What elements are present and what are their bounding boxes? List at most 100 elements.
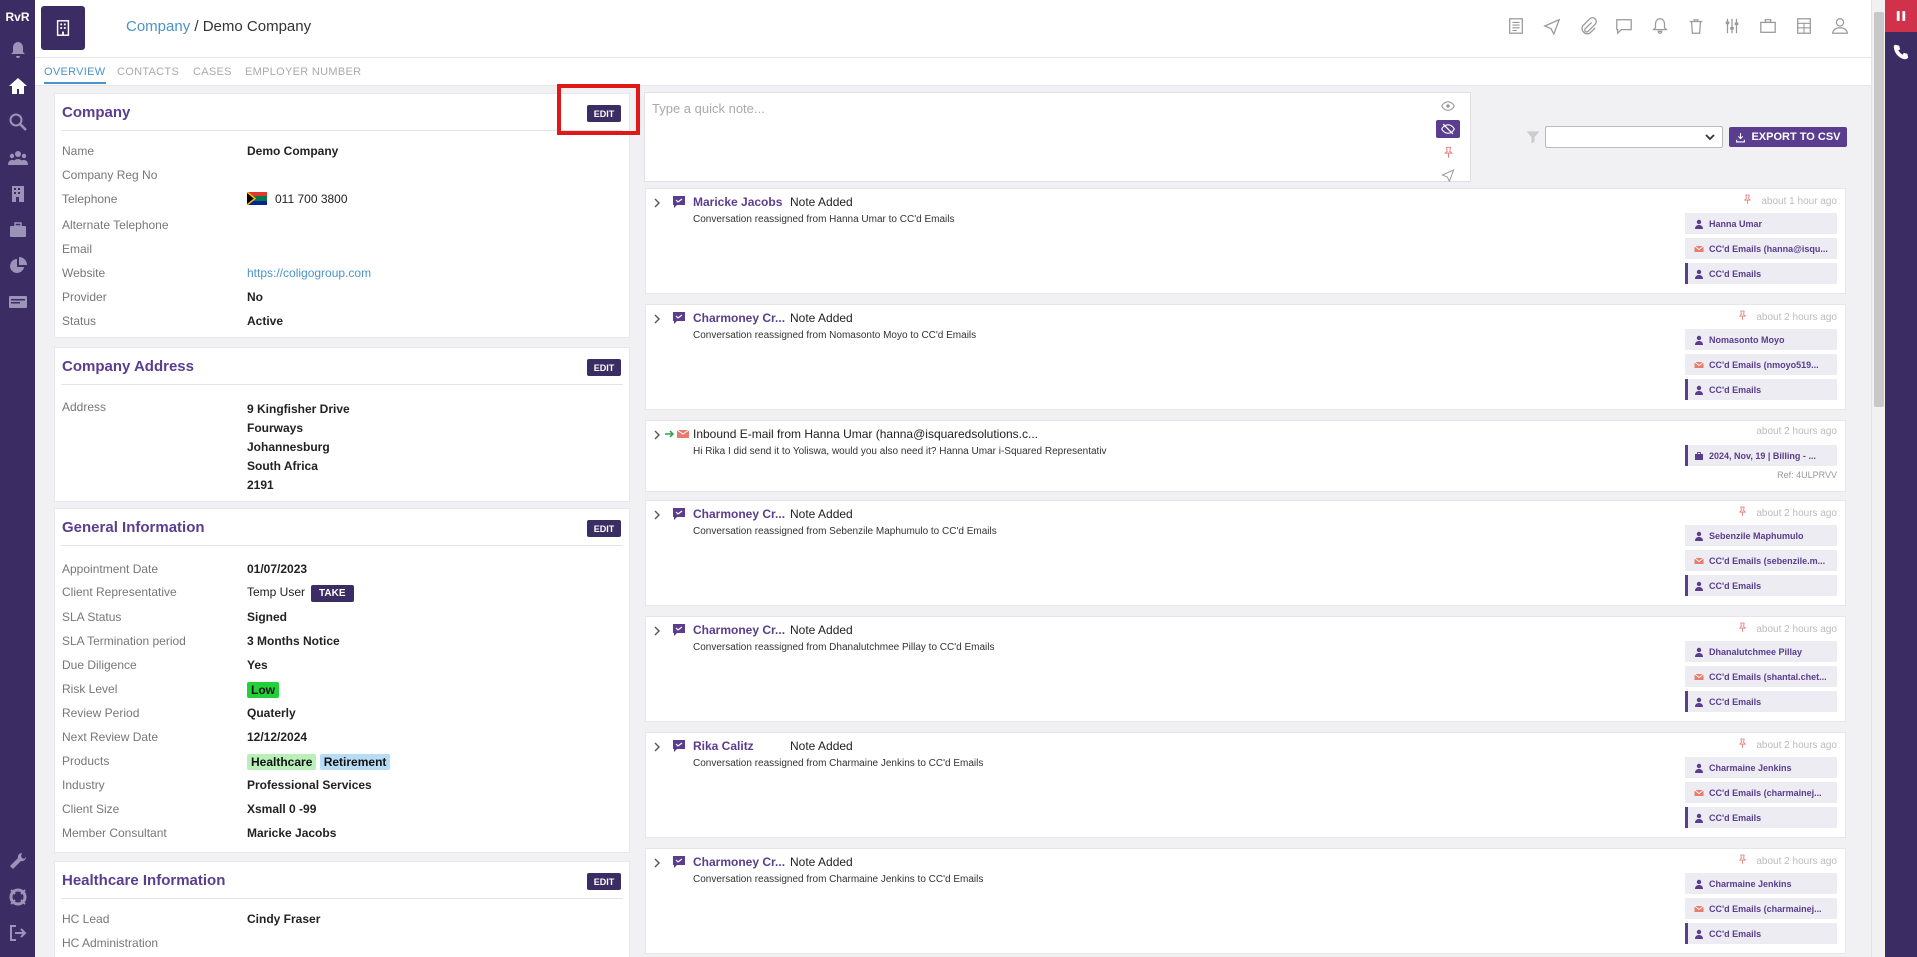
page-scrollbar[interactable] (1871, 0, 1885, 957)
activity-item[interactable]: Charmoney Cr... Note Added Conversation re… (645, 500, 1846, 606)
activity-author[interactable]: Charmoney Cr... (693, 311, 785, 325)
home-icon[interactable] (0, 68, 35, 104)
healthcare-edit-button[interactable]: EDIT (587, 873, 621, 890)
field-value[interactable]: 011 700 3800 (247, 192, 348, 206)
user-icon (1694, 581, 1704, 591)
terminal-icon[interactable] (0, 284, 35, 320)
chevron-right-icon[interactable] (652, 740, 662, 752)
pin-icon[interactable] (1742, 194, 1753, 208)
tab-cases[interactable]: CASES (193, 66, 232, 78)
assignee-tag[interactable]: Sebenzile Maphumulo (1685, 525, 1837, 546)
pin-icon[interactable] (1737, 738, 1748, 752)
header-toolbar (1505, 15, 1851, 37)
notification-bell-icon[interactable] (1649, 15, 1671, 37)
user-icon (1694, 929, 1704, 939)
team-tag[interactable]: CC'd Emails (1685, 263, 1837, 284)
eye-icon[interactable] (1436, 97, 1460, 115)
lifebuoy-icon[interactable] (0, 879, 35, 915)
attachment-icon[interactable] (1577, 15, 1599, 37)
scrollbar-thumb[interactable] (1874, 12, 1884, 407)
general-edit-button[interactable]: EDIT (587, 520, 621, 537)
email-tag[interactable]: CC'd Emails (sebenzile.m... (1685, 550, 1837, 571)
notes-list-icon[interactable] (1505, 15, 1527, 37)
export-csv-button[interactable]: EXPORT TO CSV (1729, 127, 1847, 147)
email-tag[interactable]: CC'd Emails (shantal.chet... (1685, 666, 1837, 687)
team-tag[interactable]: CC'd Emails (1685, 807, 1837, 828)
activity-item[interactable]: Charmoney Cr... Note Added Conversation re… (645, 616, 1846, 722)
team-tag[interactable]: CC'd Emails (1685, 923, 1837, 944)
address-line: South Africa (247, 459, 318, 473)
sliders-icon[interactable] (1721, 15, 1743, 37)
email-tag[interactable]: CC'd Emails (charmainej... (1685, 898, 1837, 919)
address-edit-button[interactable]: EDIT (587, 359, 621, 376)
bell-icon[interactable] (0, 32, 35, 68)
activity-author[interactable]: Maricke Jacobs (693, 195, 785, 209)
activity-author[interactable]: Charmoney Cr... (693, 855, 785, 869)
assignee-tag[interactable]: Dhanalutchmee Pillay (1685, 641, 1837, 662)
pin-icon[interactable] (1737, 310, 1748, 324)
calculator-icon[interactable] (1793, 15, 1815, 37)
filter-icon[interactable] (1525, 129, 1541, 145)
breadcrumb-company-link[interactable]: Company (126, 18, 190, 35)
chevron-right-icon[interactable] (652, 856, 662, 868)
case-tag[interactable]: 2024, Nov, 19 | Billing - ... (1685, 445, 1837, 466)
team-tag[interactable]: CC'd Emails (1685, 379, 1837, 400)
chevron-right-icon[interactable] (652, 312, 662, 324)
pin-icon[interactable] (1737, 622, 1748, 636)
activity-item[interactable]: Inbound E-mail from Hanna Umar (hanna@is… (645, 420, 1846, 492)
quick-note-input[interactable]: Type a quick note... (644, 92, 1471, 182)
chevron-right-icon[interactable] (652, 508, 662, 520)
tag-label: Nomasonto Moyo (1709, 334, 1785, 345)
assignee-tag[interactable]: Hanna Umar (1685, 213, 1837, 234)
briefcase-icon[interactable] (0, 212, 35, 248)
pin-icon[interactable] (1737, 506, 1748, 520)
assignee-tag[interactable]: Charmaine Jenkins (1685, 873, 1837, 894)
email-tag[interactable]: CC'd Emails (charmainej... (1685, 782, 1837, 803)
contacts-icon[interactable] (0, 140, 35, 176)
send-icon[interactable] (1541, 15, 1563, 37)
take-button[interactable]: TAKE (311, 585, 354, 602)
activity-meta: about 2 hours ago (1737, 738, 1837, 752)
pin-icon[interactable] (1436, 143, 1460, 161)
tab-employer-number[interactable]: EMPLOYER NUMBER (245, 66, 361, 78)
activity-item[interactable]: Charmoney Cr... Note Added Conversation re… (645, 848, 1846, 954)
tag-label: CC'd Emails (hanna@isqu... (1709, 243, 1828, 254)
pin-icon[interactable] (1737, 854, 1748, 868)
user-icon (1694, 647, 1704, 657)
phone-icon[interactable] (1885, 38, 1917, 66)
activity-author[interactable]: Rika Calitz (693, 739, 785, 753)
field-value: Signed (247, 610, 288, 624)
send-note-icon[interactable] (1436, 166, 1460, 184)
eye-slash-icon[interactable] (1436, 120, 1460, 138)
trash-icon[interactable] (1685, 15, 1707, 37)
wrench-icon[interactable] (0, 843, 35, 879)
comment-icon[interactable] (1613, 15, 1635, 37)
pie-chart-icon[interactable] (0, 248, 35, 284)
activity-item[interactable]: Maricke Jacobs Note Added Conversation rea… (645, 188, 1846, 294)
activity-author[interactable]: Charmoney Cr... (693, 507, 785, 521)
logout-icon[interactable] (0, 915, 35, 951)
activity-tags: Charmaine Jenkins CC'd Emails (charmainej… (1685, 873, 1837, 948)
tab-contacts[interactable]: CONTACTS (117, 66, 179, 78)
assignee-tag[interactable]: Charmaine Jenkins (1685, 757, 1837, 778)
chevron-right-icon[interactable] (652, 624, 662, 636)
tab-overview[interactable]: OVERVIEW (44, 66, 106, 84)
app-logo[interactable]: RvR (5, 10, 29, 24)
email-tag[interactable]: CC'd Emails (nmoyo519... (1685, 354, 1837, 375)
search-icon[interactable] (0, 104, 35, 140)
activity-item[interactable]: Rika Calitz Note Added Conversation reassi… (645, 732, 1846, 838)
website-link[interactable]: https://coligogroup.com (247, 266, 371, 280)
case-briefcase-icon[interactable] (1757, 15, 1779, 37)
chevron-right-icon[interactable] (652, 196, 662, 208)
user-profile-icon[interactable] (1829, 15, 1851, 37)
pause-icon[interactable] (1885, 0, 1917, 32)
building-icon[interactable] (0, 176, 35, 212)
team-tag[interactable]: CC'd Emails (1685, 691, 1837, 712)
chevron-right-icon[interactable] (652, 428, 662, 440)
activity-filter-select[interactable] (1545, 126, 1723, 148)
activity-author[interactable]: Charmoney Cr... (693, 623, 785, 637)
assignee-tag[interactable]: Nomasonto Moyo (1685, 329, 1837, 350)
team-tag[interactable]: CC'd Emails (1685, 575, 1837, 596)
activity-item[interactable]: Charmoney Cr... Note Added Conversation re… (645, 304, 1846, 410)
email-tag[interactable]: CC'd Emails (hanna@isqu... (1685, 238, 1837, 259)
